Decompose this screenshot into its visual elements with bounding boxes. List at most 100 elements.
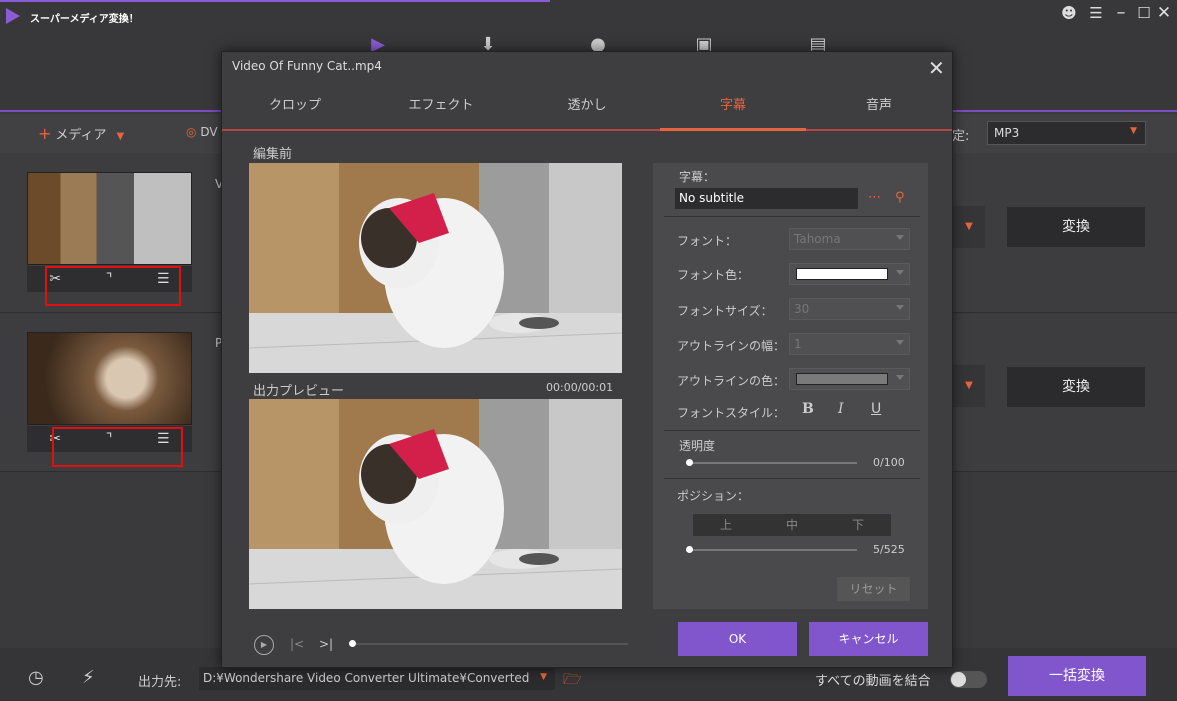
font-label: フォント：	[677, 234, 738, 248]
timecode: 00:00/00:01	[546, 381, 614, 394]
load-dvd-button[interactable]: ◎ DV	[186, 125, 218, 139]
output-format-select[interactable]: MP3 ▼	[987, 121, 1146, 145]
underline-button[interactable]: U	[871, 401, 881, 417]
plus-icon: +	[38, 124, 52, 143]
output-path-value: D:¥Wondershare Video Converter Ultimate¥…	[203, 671, 530, 685]
merge-toggle[interactable]	[950, 671, 987, 688]
outline-color-label: アウトラインの色：	[677, 374, 786, 388]
tab-watermark[interactable]: 透かし	[514, 83, 660, 129]
subtitle-file-field[interactable]: No subtitle	[675, 188, 858, 209]
font-color-select[interactable]	[789, 263, 910, 285]
position-slider[interactable]	[686, 546, 857, 553]
format-label: 定:	[952, 129, 970, 144]
dialog-title: Video Of Funny Cat..mp4	[232, 59, 382, 73]
opacity-value: 0/100	[873, 456, 905, 469]
top-progress-line	[0, 0, 550, 2]
position-top-button[interactable]: 上	[693, 514, 759, 536]
tab-effect[interactable]: エフェクト	[368, 83, 514, 129]
chevron-down-icon	[896, 235, 904, 240]
chevron-down-icon	[896, 305, 904, 310]
minimize-icon[interactable]: –	[1110, 3, 1132, 23]
previous-frame-icon[interactable]: |<	[290, 637, 304, 651]
outline-color-select[interactable]	[789, 368, 910, 390]
folder-icon[interactable]: 🗁	[563, 669, 582, 694]
alarm-clock-icon[interactable]: ◷	[28, 667, 44, 688]
play-icon[interactable]: ▶	[254, 635, 274, 655]
next-frame-icon[interactable]: >|	[319, 637, 333, 651]
dvd-label: DV	[200, 125, 218, 139]
toggle-knob	[951, 672, 966, 687]
tab-audio[interactable]: 音声	[806, 83, 952, 129]
position-bottom-button[interactable]: 下	[825, 514, 891, 536]
position-label: ポジション：	[677, 489, 750, 503]
font-style-label: フォントスタイル：	[677, 406, 786, 420]
add-media-button[interactable]: + メディア ▼	[38, 124, 124, 143]
font-color-swatch	[796, 268, 888, 280]
ok-button[interactable]: OK	[678, 622, 797, 656]
dvd-icon: ◎	[186, 125, 197, 139]
chevron-down-icon[interactable]: ▼	[953, 365, 985, 407]
chevron-down-icon	[896, 270, 904, 275]
output-video-preview	[249, 399, 622, 609]
scrubber-handle[interactable]	[349, 640, 356, 647]
app-logo-icon	[6, 8, 20, 24]
outline-width-value: 1	[794, 337, 802, 351]
app-title: スーパーメディア変換！	[30, 14, 139, 25]
position-middle-button[interactable]: 中	[759, 514, 825, 536]
font-select[interactable]: Tahoma	[789, 228, 910, 250]
chevron-down-icon	[896, 375, 904, 380]
batch-convert-button[interactable]: 一括変換	[1008, 656, 1146, 696]
tab-subtitle[interactable]: 字幕	[660, 83, 806, 131]
output-label: 出力先:	[138, 675, 182, 690]
dialog-tabs: クロップ エフェクト 透かし 字幕 音声	[222, 83, 952, 131]
before-edit-label: 編集前	[253, 147, 293, 162]
divider	[664, 478, 920, 479]
merge-label: すべての動画を結合	[815, 674, 931, 689]
opacity-slider[interactable]	[686, 459, 857, 466]
chevron-down-icon[interactable]: ▼	[117, 131, 125, 142]
outline-color-swatch	[796, 373, 888, 385]
slider-knob[interactable]	[686, 546, 693, 553]
video-thumbnail[interactable]	[27, 332, 192, 425]
convert-button[interactable]: 変換	[1007, 367, 1145, 407]
bold-button[interactable]: B	[802, 401, 814, 417]
italic-button[interactable]: I	[838, 401, 844, 417]
more-icon[interactable]: ⋯	[868, 190, 881, 205]
video-thumbnail[interactable]	[27, 172, 192, 265]
tab-crop[interactable]: クロップ	[222, 83, 368, 129]
font-size-label: フォントサイズ：	[677, 304, 773, 318]
subtitle-label: 字幕：	[679, 170, 716, 184]
font-size-value: 30	[794, 302, 810, 316]
close-icon[interactable]: ✕	[928, 58, 945, 78]
divider	[664, 216, 920, 217]
divider	[664, 430, 920, 431]
cancel-button[interactable]: キャンセル	[809, 622, 928, 656]
slider-knob[interactable]	[686, 459, 693, 466]
font-value: Tahoma	[794, 232, 841, 246]
chevron-down-icon: ▼	[1130, 126, 1137, 136]
lightning-icon[interactable]: ⚡	[82, 667, 95, 688]
playback-scrubber[interactable]	[349, 640, 628, 647]
highlight-box	[52, 427, 183, 467]
font-size-select[interactable]: 30	[789, 298, 910, 320]
font-color-label: フォント色：	[677, 268, 750, 282]
highlight-box	[45, 266, 181, 306]
output-path-select[interactable]: D:¥Wondershare Video Converter Ultimate¥…	[199, 667, 555, 690]
maximize-icon[interactable]: ☐	[1133, 3, 1155, 23]
chevron-down-icon	[896, 340, 904, 345]
outline-width-select[interactable]: 1	[789, 333, 910, 355]
output-preview-label: 出力プレビュー	[253, 384, 345, 399]
outline-width-label: アウトラインの幅：	[677, 339, 786, 353]
chevron-down-icon: ▼	[540, 672, 547, 682]
close-window-icon[interactable]: ✕	[1153, 3, 1175, 23]
convert-button[interactable]: 変換	[1007, 207, 1145, 247]
chevron-down-icon[interactable]: ▼	[953, 206, 985, 248]
original-video-preview	[249, 163, 622, 373]
add-media-label: メディア	[55, 128, 107, 143]
menu-icon[interactable]: ☰	[1085, 3, 1107, 23]
search-icon[interactable]: ⚲	[895, 190, 905, 205]
user-icon[interactable]: ☻	[1058, 3, 1080, 23]
reset-button[interactable]: リセット	[837, 577, 910, 601]
opacity-label: 透明度	[679, 439, 716, 453]
position-segment-control: 上 中 下	[693, 514, 891, 536]
